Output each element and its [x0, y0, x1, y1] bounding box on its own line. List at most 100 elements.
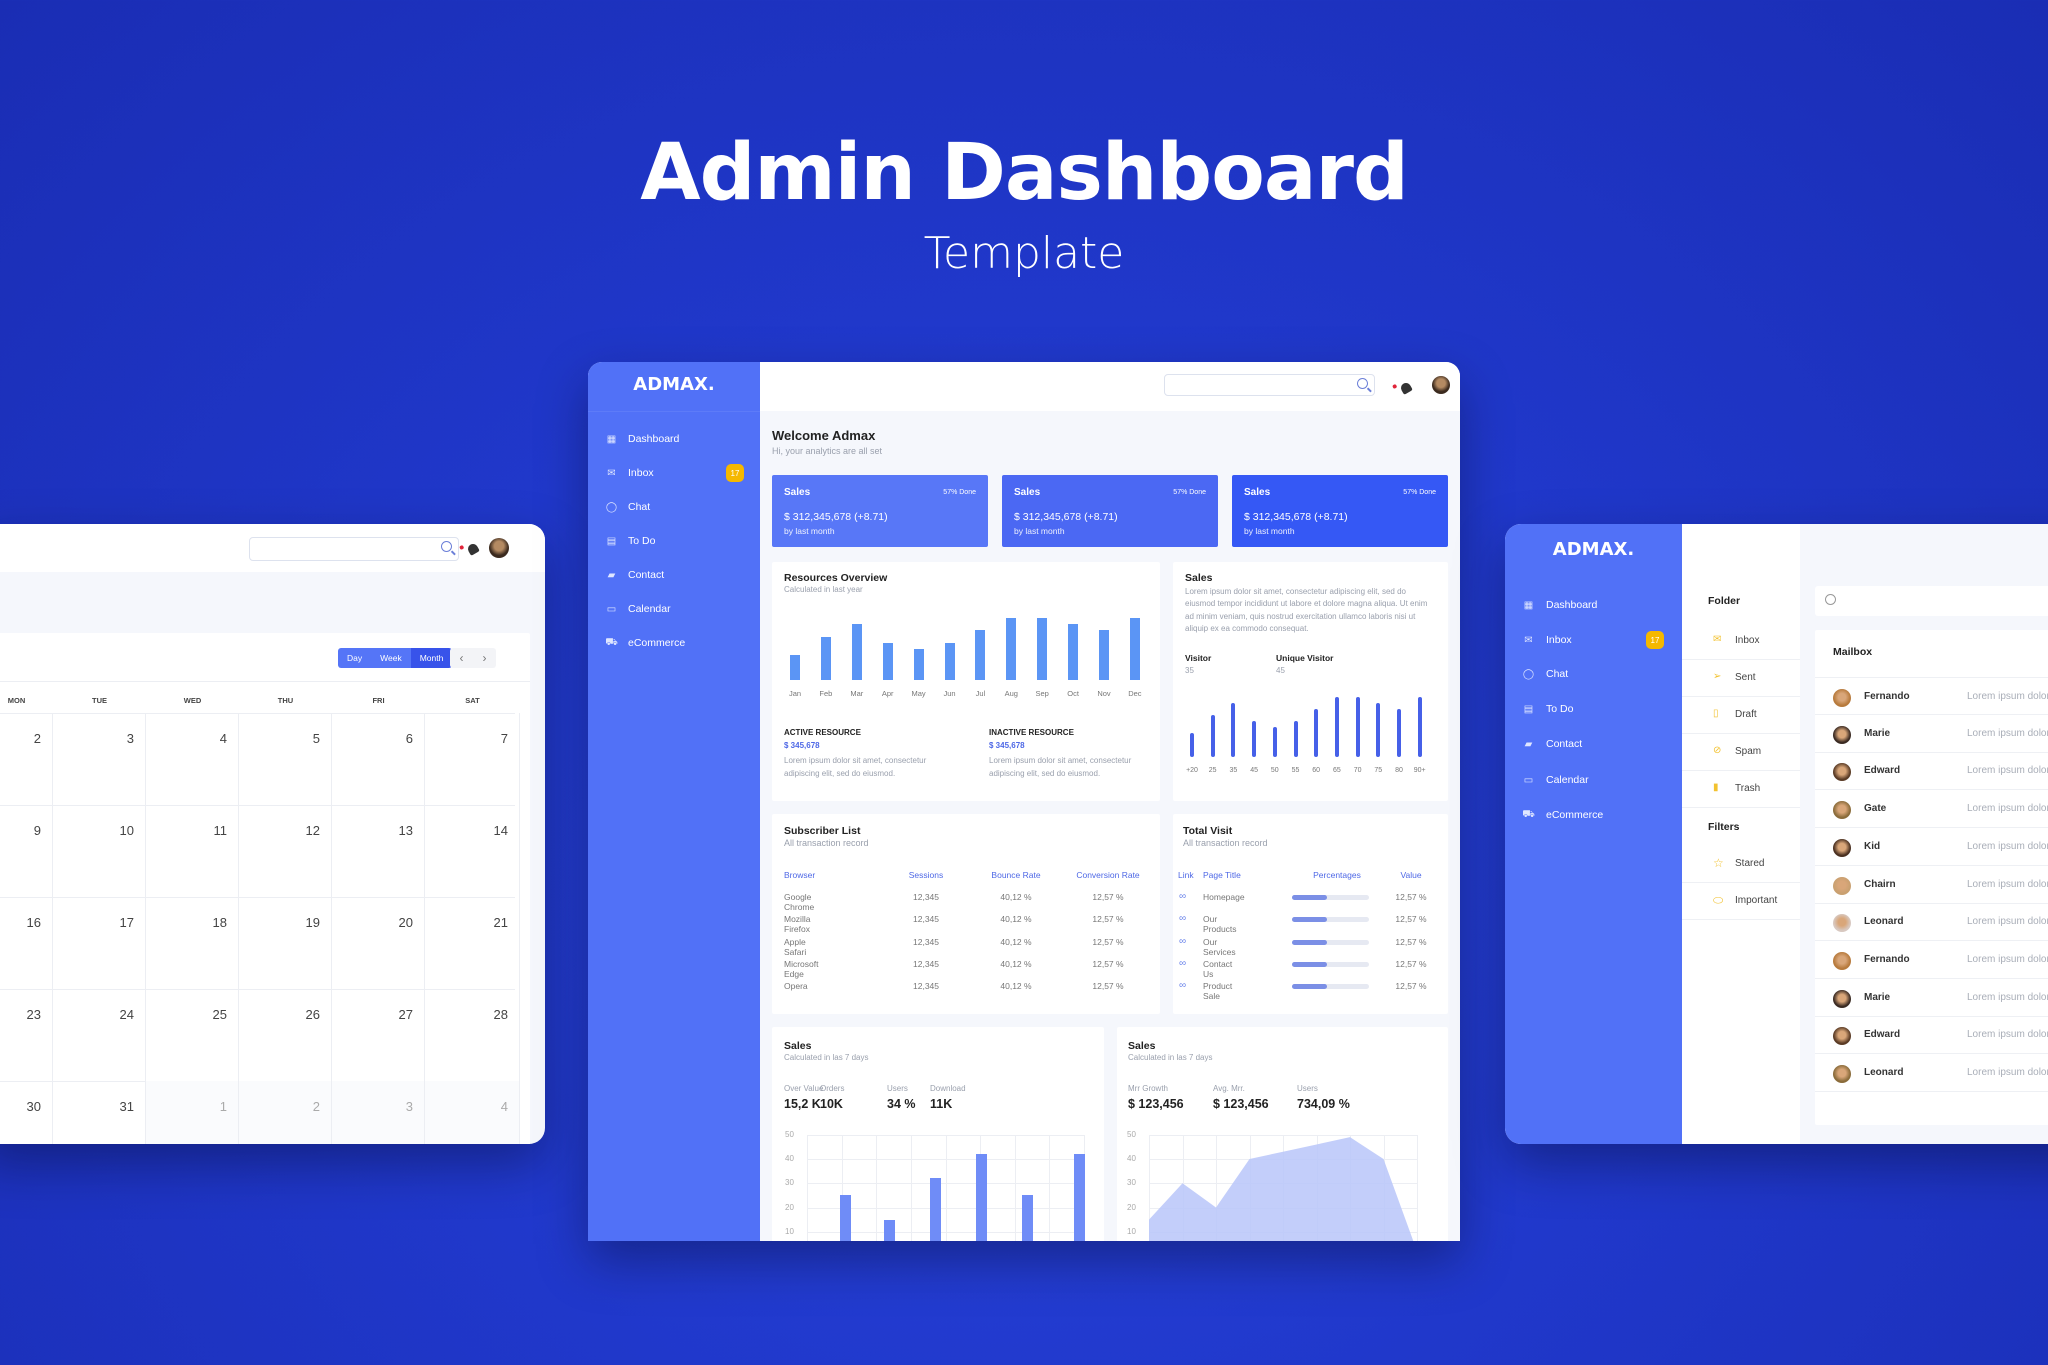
sidebar-item-dashboard[interactable]: ▦ Dashboard [588, 431, 760, 447]
day-cell[interactable] [239, 713, 332, 805]
sidebar-item-dashboard[interactable]: ▦ Dashboard [1505, 597, 1682, 613]
day-cell[interactable] [146, 897, 239, 989]
sidebar-item-inbox[interactable]: ✉ Inbox 17 [588, 464, 760, 482]
inactive-resource-text: Lorem ipsum dolor sit amet, consectetur … [989, 756, 1132, 778]
stat-done: 57% Done [1403, 489, 1436, 496]
folder-draft[interactable]: ▯ Draft [1682, 697, 1800, 734]
day-cell[interactable] [53, 989, 146, 1081]
sidebar-item-contact[interactable]: ▰ Contact [1505, 736, 1682, 752]
sidebar-item-inbox[interactable]: ✉ Inbox 17 [1505, 631, 1682, 649]
day-cell[interactable] [425, 713, 520, 805]
link-icon[interactable]: ∞ [1179, 958, 1186, 969]
mail-list-item[interactable]: Edward Lorem ipsum dolor [1815, 752, 2048, 791]
sidebar-item-ecommerce[interactable]: ⛟ eCommerce [1505, 807, 1682, 823]
link-icon[interactable]: ∞ [1179, 936, 1186, 947]
folder-trash[interactable]: ▮ Trash [1682, 771, 1800, 808]
sales-area-card: Sales Calculated in las 7 days Mrr Growt… [1117, 1027, 1448, 1241]
mail-list-item[interactable]: Edward Lorem ipsum dolor [1815, 1016, 2048, 1055]
welcome-title: Welcome Admax [772, 428, 876, 443]
day-cell[interactable] [146, 713, 239, 805]
prev-month-button[interactable]: ‹ [450, 648, 473, 668]
sidebar-item-contact[interactable]: ▰ Contact [588, 567, 760, 583]
next-month-button[interactable]: › [473, 648, 496, 668]
sidebar-item-chat[interactable]: ◯ Chat [1505, 666, 1682, 682]
sales-stat-card[interactable]: Sales 57% Done $ 312,345,678 (+8.71) by las… [1232, 475, 1448, 547]
search-input[interactable] [249, 537, 459, 561]
view-month-button[interactable]: Month [410, 648, 453, 668]
mail-search-input[interactable] [1815, 586, 2048, 616]
search-icon[interactable] [1357, 378, 1368, 389]
day-cell[interactable] [332, 989, 425, 1081]
sales-stat-card[interactable]: Sales 57% Done $ 312,345,678 (+8.71) by las… [772, 475, 988, 547]
day-cell[interactable] [239, 805, 332, 897]
sales-stat-card[interactable]: Sales 57% Done $ 312,345,678 (+8.71) by las… [1002, 475, 1218, 547]
mail-list-item[interactable]: Leonard Lorem ipsum dolor [1815, 1054, 2048, 1092]
mail-list-item[interactable]: Marie Lorem ipsum dolor [1815, 715, 2048, 753]
mail-list-item[interactable]: Gate Lorem ipsum dolor [1815, 790, 2048, 829]
folder-inbox[interactable]: ✉ Inbox [1682, 623, 1800, 660]
card-title: Sales [1185, 572, 1213, 584]
search-input[interactable] [1164, 374, 1375, 396]
card-title: Sales [784, 1040, 812, 1052]
day-cell[interactable] [332, 897, 425, 989]
filters-heading: Filters [1708, 821, 1740, 833]
day-cell[interactable] [53, 897, 146, 989]
day-cell[interactable] [0, 713, 53, 805]
mail-list-item[interactable]: Chairn Lorem ipsum dolor [1815, 866, 2048, 904]
day-cell[interactable] [332, 713, 425, 805]
sidebar-item-calendar[interactable]: ▭ Calendar [588, 601, 760, 617]
contact-icon: ▰ [1524, 738, 1533, 750]
stat-label: Download [930, 1084, 966, 1093]
filter-stared[interactable]: ☆ Stared [1682, 846, 1800, 883]
sidebar-item-calendar[interactable]: ▭ Calendar [1505, 772, 1682, 788]
sidebar-item-to-do[interactable]: ▤ To Do [1505, 701, 1682, 717]
mail-list-item[interactable]: Marie Lorem ipsum dolor [1815, 979, 2048, 1017]
bar-45 [1252, 721, 1257, 757]
x-tick-label: May [911, 689, 926, 698]
bar [1022, 1195, 1033, 1241]
mail-list-item[interactable]: Fernando Lorem ipsum dolor [1815, 677, 2048, 715]
user-avatar[interactable] [1432, 376, 1450, 394]
day-cell[interactable] [0, 989, 53, 1081]
day-cell[interactable] [53, 713, 146, 805]
search-icon[interactable] [441, 541, 452, 552]
day-cell[interactable] [0, 897, 53, 989]
link-icon[interactable]: ∞ [1179, 913, 1186, 924]
stat-value: 10K [820, 1097, 843, 1111]
day-cell[interactable] [425, 897, 520, 989]
mailbox-panel: Mailbox Fernando Lorem ipsum dolor Marie Lo… [1815, 630, 2048, 1125]
active-resource-label: ACTIVE RESOURCE [784, 728, 861, 737]
bar-Apr [882, 642, 893, 680]
day-cell[interactable] [332, 805, 425, 897]
day-cell[interactable] [425, 805, 520, 897]
day-cell[interactable] [425, 989, 520, 1081]
mail-list-item[interactable]: Leonard Lorem ipsum dolor [1815, 903, 2048, 942]
sidebar-item-to-do[interactable]: ▤ To Do [588, 533, 760, 549]
search-icon[interactable] [1825, 594, 1836, 605]
day-cell[interactable] [53, 805, 146, 897]
link-icon[interactable]: ∞ [1179, 891, 1186, 902]
link-icon[interactable]: ∞ [1179, 980, 1186, 991]
filter-important[interactable]: ⬭ Important [1682, 883, 1800, 920]
percentage-bar [1292, 984, 1369, 990]
day-cell[interactable] [146, 805, 239, 897]
mail-icon: ✉ [1524, 634, 1533, 646]
folder-spam[interactable]: ⊘ Spam [1682, 734, 1800, 771]
day-cell[interactable] [239, 897, 332, 989]
chat-icon: ◯ [605, 501, 618, 513]
view-day-button[interactable]: Day [338, 648, 372, 668]
day-cell[interactable] [239, 989, 332, 1081]
folder-sent[interactable]: ➢ Sent [1682, 660, 1800, 697]
bar-Nov [1099, 630, 1109, 680]
calendar-nav: ‹ › [450, 648, 496, 668]
folder-label: Sent [1735, 672, 1756, 683]
view-week-button[interactable]: Week [371, 648, 411, 668]
sidebar-item-ecommerce[interactable]: ⛟ eCommerce [588, 635, 760, 651]
user-avatar[interactable] [489, 538, 509, 558]
mail-list-item[interactable]: Fernando Lorem ipsum dolor [1815, 941, 2048, 979]
day-cell[interactable] [146, 989, 239, 1081]
sender-name: Marie [1864, 991, 1891, 1003]
mail-list-item[interactable]: Kid Lorem ipsum dolor [1815, 828, 2048, 866]
sidebar-item-chat[interactable]: ◯ Chat [588, 499, 760, 515]
day-cell[interactable] [0, 805, 53, 897]
